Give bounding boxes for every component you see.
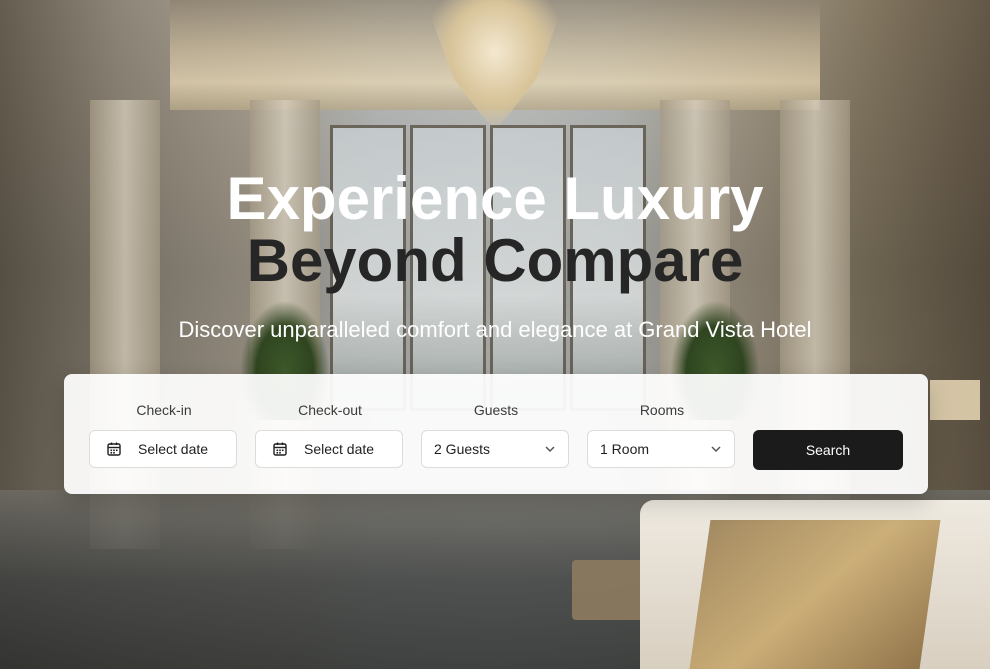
check-in-date-picker[interactable]: Select date	[89, 430, 237, 468]
booking-search-panel: Check-in Select date Check-out Select da…	[64, 374, 928, 494]
check-in-label: Check-in	[136, 402, 192, 418]
check-out-date-picker[interactable]: Select date	[255, 430, 403, 468]
calendar-icon	[273, 442, 287, 456]
lamp-decor	[930, 380, 980, 420]
check-in-value: Select date	[138, 441, 209, 457]
chevron-down-icon	[545, 446, 555, 453]
calendar-icon	[107, 442, 121, 456]
chevron-down-icon	[711, 446, 721, 453]
guests-field: Guests 2 Guests	[421, 402, 571, 468]
rooms-value: 1 Room	[600, 441, 650, 457]
rooms-select[interactable]: 1 Room	[587, 430, 735, 468]
hero-content: Experience Luxury Beyond Compare Discove…	[0, 168, 990, 343]
check-out-field: Check-out Select date	[255, 402, 405, 468]
rooms-label: Rooms	[639, 402, 685, 418]
rooms-field: Rooms 1 Room	[587, 402, 737, 468]
guests-select[interactable]: 2 Guests	[421, 430, 569, 468]
check-out-value: Select date	[304, 441, 375, 457]
hero-headline-line1: Experience Luxury	[226, 165, 764, 232]
hero-headline-line2: Beyond Compare	[246, 227, 744, 294]
bed-throw-decor	[689, 520, 941, 669]
guests-value: 2 Guests	[434, 441, 491, 457]
check-out-label: Check-out	[298, 402, 362, 418]
check-in-field: Check-in Select date	[89, 402, 239, 468]
search-button[interactable]: Search	[753, 430, 903, 470]
hero-subheadline: Discover unparalleled comfort and elegan…	[178, 317, 812, 342]
guests-label: Guests	[473, 402, 519, 418]
